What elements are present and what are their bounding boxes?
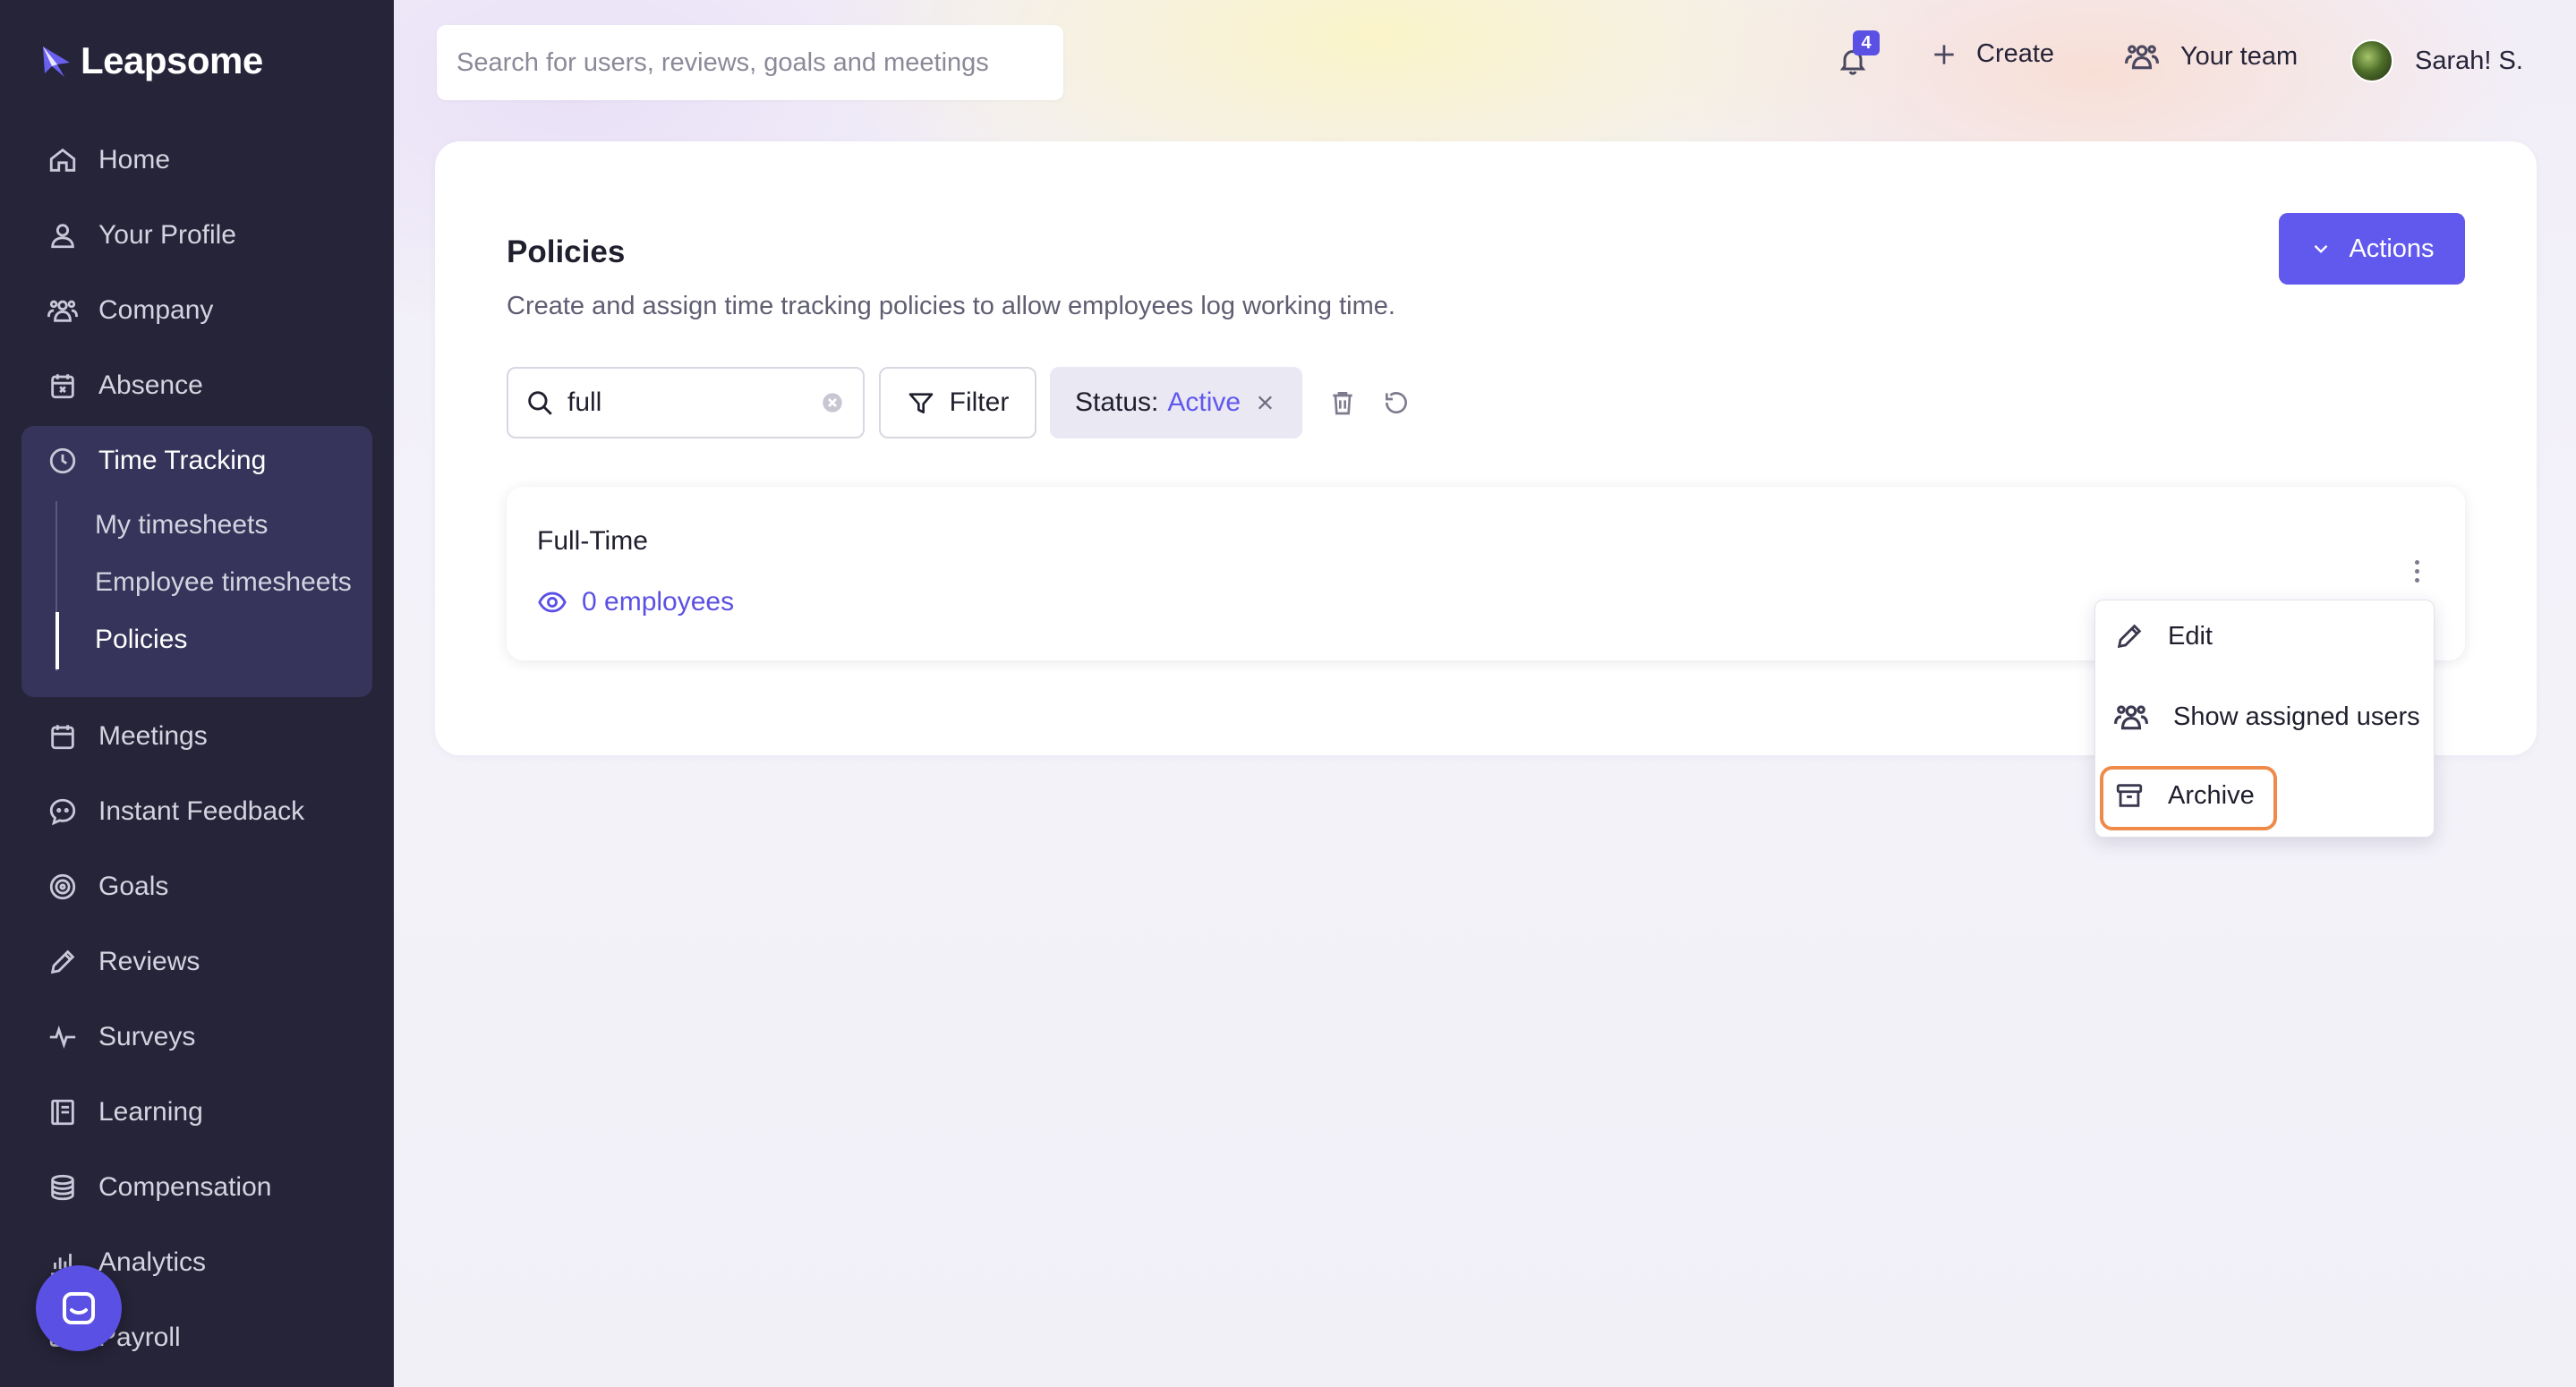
pulse-icon bbox=[47, 1021, 79, 1053]
sidebar-item-instant-feedback[interactable]: Instant Feedback bbox=[47, 789, 304, 834]
search-value: full bbox=[567, 387, 602, 417]
sidebar-item-meetings[interactable]: Meetings bbox=[47, 714, 208, 759]
page-title: Policies bbox=[507, 234, 626, 269]
sidebar: Leapsome Home Your Profile Company Absen… bbox=[0, 0, 394, 1387]
calendar-x-icon bbox=[47, 370, 79, 402]
sidebar-item-home[interactable]: Home bbox=[47, 138, 170, 183]
filter-button[interactable]: Filter bbox=[879, 367, 1036, 438]
calendar-icon bbox=[47, 720, 79, 753]
policy-name: Full-Time bbox=[537, 526, 648, 556]
support-chat-button[interactable] bbox=[36, 1265, 122, 1351]
filter-label: Filter bbox=[949, 387, 1010, 417]
close-icon[interactable] bbox=[1253, 390, 1277, 415]
sidebar-item-label: Surveys bbox=[98, 1022, 196, 1051]
search-icon bbox=[528, 391, 552, 415]
submenu-active-indicator bbox=[55, 612, 59, 669]
sidebar-item-label: Time Tracking bbox=[98, 446, 267, 475]
user-menu-button[interactable]: Sarah! S. bbox=[2350, 39, 2523, 82]
sidebar-item-label: Compensation bbox=[98, 1172, 272, 1202]
book-icon bbox=[47, 1096, 79, 1128]
actions-button[interactable]: Actions bbox=[2279, 213, 2465, 285]
leapsome-logo[interactable]: Leapsome bbox=[39, 39, 263, 82]
users-icon bbox=[2114, 705, 2148, 730]
avatar bbox=[2350, 39, 2393, 82]
sidebar-item-reviews[interactable]: Reviews bbox=[47, 940, 200, 984]
clock-icon bbox=[47, 445, 79, 477]
status-value: Active bbox=[1167, 387, 1241, 417]
refresh-icon bbox=[1385, 392, 1407, 414]
chat-widget-icon bbox=[63, 1292, 95, 1324]
chevron-down-icon bbox=[2315, 244, 2328, 253]
sidebar-item-label: Home bbox=[98, 145, 171, 174]
sidebar-subitem-employee-timesheets[interactable]: Employee timesheets bbox=[95, 567, 352, 598]
search-placeholder: Search for users, reviews, goals and mee… bbox=[456, 47, 989, 77]
target-icon bbox=[47, 871, 79, 903]
sidebar-item-label: Company bbox=[98, 295, 214, 325]
more-options-icon[interactable] bbox=[2399, 553, 2435, 589]
sidebar-item-label: Reviews bbox=[98, 947, 200, 976]
archive-highlight-outline bbox=[2100, 766, 2277, 830]
sidebar-item-label: Your Profile bbox=[98, 220, 236, 250]
pencil-icon bbox=[2117, 624, 2142, 649]
eye-icon bbox=[538, 591, 567, 613]
home-icon bbox=[47, 144, 79, 176]
sidebar-item-absence[interactable]: Absence bbox=[47, 363, 203, 408]
menu-item-show-assigned-users[interactable]: Show assigned users bbox=[2114, 700, 2420, 734]
page-description: Create and assign time tracking policies… bbox=[507, 292, 1395, 320]
sidebar-item-label: Learning bbox=[98, 1097, 203, 1127]
sidebar-item-surveys[interactable]: Surveys bbox=[47, 1015, 195, 1059]
your-team-label: Your team bbox=[2180, 41, 2299, 71]
team-icon bbox=[2125, 45, 2159, 70]
users-icon bbox=[47, 294, 79, 327]
logo-text: Leapsome bbox=[81, 39, 263, 81]
clear-filters-button[interactable] bbox=[1325, 385, 1361, 421]
user-icon bbox=[47, 219, 79, 251]
clear-search-icon[interactable] bbox=[818, 388, 847, 417]
sidebar-item-compensation[interactable]: Compensation bbox=[47, 1165, 271, 1210]
sidebar-item-your-profile[interactable]: Your Profile bbox=[47, 213, 236, 258]
policy-employees-link[interactable]: 0 employees bbox=[537, 587, 734, 617]
global-search-input[interactable]: Search for users, reviews, goals and mee… bbox=[437, 25, 1063, 100]
coins-icon bbox=[47, 1171, 79, 1204]
sidebar-subitem-my-timesheets[interactable]: My timesheets bbox=[95, 510, 268, 540]
pencil-icon bbox=[47, 946, 79, 978]
chat-icon bbox=[47, 796, 79, 828]
sidebar-item-label: Instant Feedback bbox=[98, 796, 305, 826]
sidebar-item-learning[interactable]: Learning bbox=[47, 1090, 203, 1135]
plus-icon bbox=[1934, 44, 1954, 64]
sidebar-subitem-policies[interactable]: Policies bbox=[95, 625, 187, 655]
sidebar-item-label: Meetings bbox=[98, 721, 208, 751]
sidebar-item-goals[interactable]: Goals bbox=[47, 864, 168, 909]
user-name: Sarah! S. bbox=[2415, 46, 2523, 75]
notification-count-badge: 4 bbox=[1853, 30, 1880, 55]
reset-filters-button[interactable] bbox=[1378, 385, 1414, 421]
create-button[interactable]: Create bbox=[1930, 39, 2054, 69]
leapsome-logo-icon bbox=[43, 47, 70, 77]
menu-item-label: Show assigned users bbox=[2173, 702, 2420, 731]
policy-search-input[interactable]: full bbox=[507, 367, 865, 438]
sidebar-item-time-tracking[interactable]: Time Tracking bbox=[47, 438, 266, 483]
filter-icon bbox=[908, 393, 933, 413]
sidebar-item-label: Analytics bbox=[98, 1247, 207, 1277]
status-filter-chip[interactable]: Status: Active bbox=[1050, 367, 1302, 438]
your-team-button[interactable]: Your team bbox=[2125, 39, 2298, 73]
actions-label: Actions bbox=[2349, 234, 2435, 263]
sidebar-item-label: Absence bbox=[98, 370, 203, 400]
sidebar-item-label: Goals bbox=[98, 872, 169, 901]
create-label: Create bbox=[1976, 39, 2055, 68]
menu-item-edit[interactable]: Edit bbox=[2114, 621, 2213, 651]
policy-employees-count: 0 employees bbox=[582, 587, 735, 617]
trash-icon bbox=[1333, 392, 1352, 415]
status-key: Status: bbox=[1075, 387, 1159, 417]
menu-item-label: Edit bbox=[2168, 621, 2213, 651]
sidebar-item-company[interactable]: Company bbox=[47, 288, 213, 333]
